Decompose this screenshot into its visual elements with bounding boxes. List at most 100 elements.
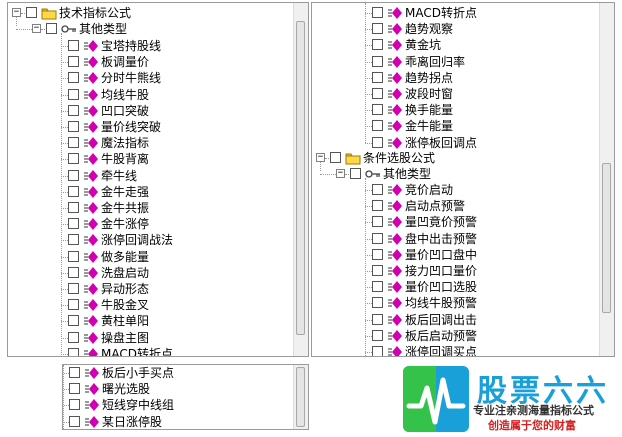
tree-item[interactable]: 魔法指标	[8, 135, 294, 151]
item-checkbox[interactable]	[68, 104, 79, 116]
tree-item[interactable]: 板后启动预警	[312, 328, 600, 344]
item-checkbox[interactable]	[26, 7, 37, 18]
item-checkbox[interactable]	[372, 346, 383, 356]
item-checkbox[interactable]	[69, 383, 80, 395]
tree-root-node[interactable]: − 条件选股公式	[312, 150, 600, 166]
tree-item[interactable]: 黄金坑	[312, 37, 600, 53]
item-checkbox[interactable]	[68, 299, 79, 311]
tree-item[interactable]: 趋势拐点	[312, 70, 600, 86]
item-checkbox[interactable]	[68, 283, 79, 294]
item-checkbox[interactable]	[372, 7, 383, 18]
tree-item[interactable]: 凹口突破	[8, 103, 294, 119]
tree-item[interactable]: 做多能量	[8, 249, 294, 265]
item-checkbox[interactable]	[372, 216, 383, 228]
left-tree-pane[interactable]: − 技术指标公式 − 其他类型 宝塔持股线 板调量价 分时牛熊线 均线牛股 凹口突破 量价线突破魔…	[7, 2, 309, 357]
item-checkbox[interactable]	[69, 367, 80, 378]
item-checkbox[interactable]	[68, 72, 79, 84]
bottom-scroll-thumb[interactable]	[296, 367, 305, 427]
tree-item[interactable]: 量凹竟价预警	[312, 214, 600, 230]
tree-item[interactable]: 宝塔持股线	[8, 38, 294, 54]
tree-item[interactable]: 趋势观察	[312, 21, 600, 37]
tree-item[interactable]: 牛股背离	[8, 151, 294, 167]
item-checkbox[interactable]	[68, 218, 79, 230]
item-checkbox[interactable]	[68, 137, 79, 149]
tree-item[interactable]: 波段时窗	[312, 86, 600, 102]
bottom-scrollbar[interactable]	[293, 365, 308, 429]
item-checkbox[interactable]	[372, 200, 383, 212]
tree-item[interactable]: 板后小手买点	[63, 365, 294, 381]
item-checkbox[interactable]	[372, 55, 383, 67]
tree-item[interactable]: 接力凹口量价	[312, 263, 600, 279]
tree-item[interactable]: 换手能量	[312, 102, 600, 118]
item-checkbox[interactable]	[68, 40, 79, 51]
tree-item[interactable]: 均线牛股预警	[312, 295, 600, 311]
bottom-tree-pane[interactable]: 板后小手买点 曙光选股 短线穿中线组 某日涨停股	[62, 364, 309, 430]
tree-item[interactable]: 金牛走强	[8, 184, 294, 200]
tree-item[interactable]: 涨停板回调点	[312, 135, 600, 151]
tree-item[interactable]: 板调量价	[8, 54, 294, 70]
tree-item[interactable]: 板后回调出击	[312, 312, 600, 328]
item-checkbox[interactable]	[68, 169, 79, 181]
tree-item[interactable]: 异动形态	[8, 281, 294, 297]
tree-item[interactable]: 涨停回调买点	[312, 344, 600, 356]
tree-item[interactable]: 黄柱单阳	[8, 313, 294, 329]
tree-item[interactable]: 盘中出击预警	[312, 231, 600, 247]
item-checkbox[interactable]	[69, 399, 80, 411]
item-checkbox[interactable]	[68, 202, 79, 213]
item-checkbox[interactable]	[68, 250, 79, 262]
tree-group-node[interactable]: − 其他类型	[312, 166, 600, 182]
tree-item[interactable]: 分时牛熊线	[8, 70, 294, 86]
tree-item[interactable]: 金牛共振	[8, 200, 294, 216]
item-checkbox[interactable]	[372, 313, 383, 325]
tree-item[interactable]: 金牛能量	[312, 118, 600, 134]
item-checkbox[interactable]	[372, 136, 383, 148]
item-checkbox[interactable]	[46, 23, 57, 34]
left-scroll-thumb[interactable]	[296, 21, 305, 335]
collapse-expander-icon[interactable]: −	[32, 24, 41, 33]
item-checkbox[interactable]	[68, 234, 79, 246]
item-checkbox[interactable]	[372, 248, 383, 260]
item-checkbox[interactable]	[330, 152, 341, 163]
tree-item[interactable]: 量价凹口选股	[312, 279, 600, 295]
tree-item[interactable]: 短线穿中线组	[63, 397, 294, 413]
tree-group-node[interactable]: − 其他类型	[8, 21, 294, 37]
item-checkbox[interactable]	[68, 121, 79, 132]
tree-item[interactable]: 牵牛线	[8, 168, 294, 184]
item-checkbox[interactable]	[372, 232, 383, 244]
tree-item[interactable]: 量价凹口盘中	[312, 247, 600, 263]
tree-item[interactable]: 操盘主图	[8, 330, 294, 346]
right-tree-pane[interactable]: MACD转折点 趋势观察 黄金坑 乖离回归率 趋势拐点 波段时窗 换手能量 金牛能量 涨停板回调…	[311, 2, 615, 357]
item-checkbox[interactable]	[350, 168, 361, 179]
item-checkbox[interactable]	[68, 331, 79, 343]
tree-item[interactable]: 均线牛股	[8, 87, 294, 103]
item-checkbox[interactable]	[372, 71, 383, 83]
tree-item[interactable]: MACD转折点	[312, 5, 600, 21]
item-checkbox[interactable]	[68, 266, 79, 278]
item-checkbox[interactable]	[372, 265, 383, 276]
right-scroll-thumb[interactable]	[602, 163, 611, 313]
tree-item[interactable]: 金牛涨停	[8, 216, 294, 232]
left-scrollbar[interactable]	[293, 3, 308, 356]
item-checkbox[interactable]	[68, 185, 79, 197]
item-checkbox[interactable]	[372, 39, 383, 51]
item-checkbox[interactable]	[372, 88, 383, 99]
tree-item[interactable]: 乖离回归率	[312, 54, 600, 70]
item-checkbox[interactable]	[372, 120, 383, 132]
item-checkbox[interactable]	[372, 104, 383, 116]
collapse-expander-icon[interactable]: −	[336, 169, 345, 178]
tree-root-node[interactable]: − 技术指标公式	[8, 5, 294, 21]
collapse-expander-icon[interactable]: −	[12, 8, 21, 17]
item-checkbox[interactable]	[68, 347, 79, 356]
tree-item[interactable]: 量价线突破	[8, 119, 294, 135]
right-scrollbar[interactable]	[599, 3, 614, 356]
tree-item[interactable]: 牛股金叉	[8, 297, 294, 313]
item-checkbox[interactable]	[372, 23, 383, 35]
collapse-expander-icon[interactable]: −	[316, 153, 325, 162]
item-checkbox[interactable]	[68, 153, 79, 165]
tree-item[interactable]: 竞价启动	[312, 182, 600, 198]
item-checkbox[interactable]	[68, 88, 79, 100]
tree-item[interactable]: MACD转折点	[8, 346, 294, 356]
item-checkbox[interactable]	[372, 297, 383, 309]
tree-item[interactable]: 洗盘启动	[8, 265, 294, 281]
tree-item[interactable]: 某日涨停股	[63, 414, 294, 429]
